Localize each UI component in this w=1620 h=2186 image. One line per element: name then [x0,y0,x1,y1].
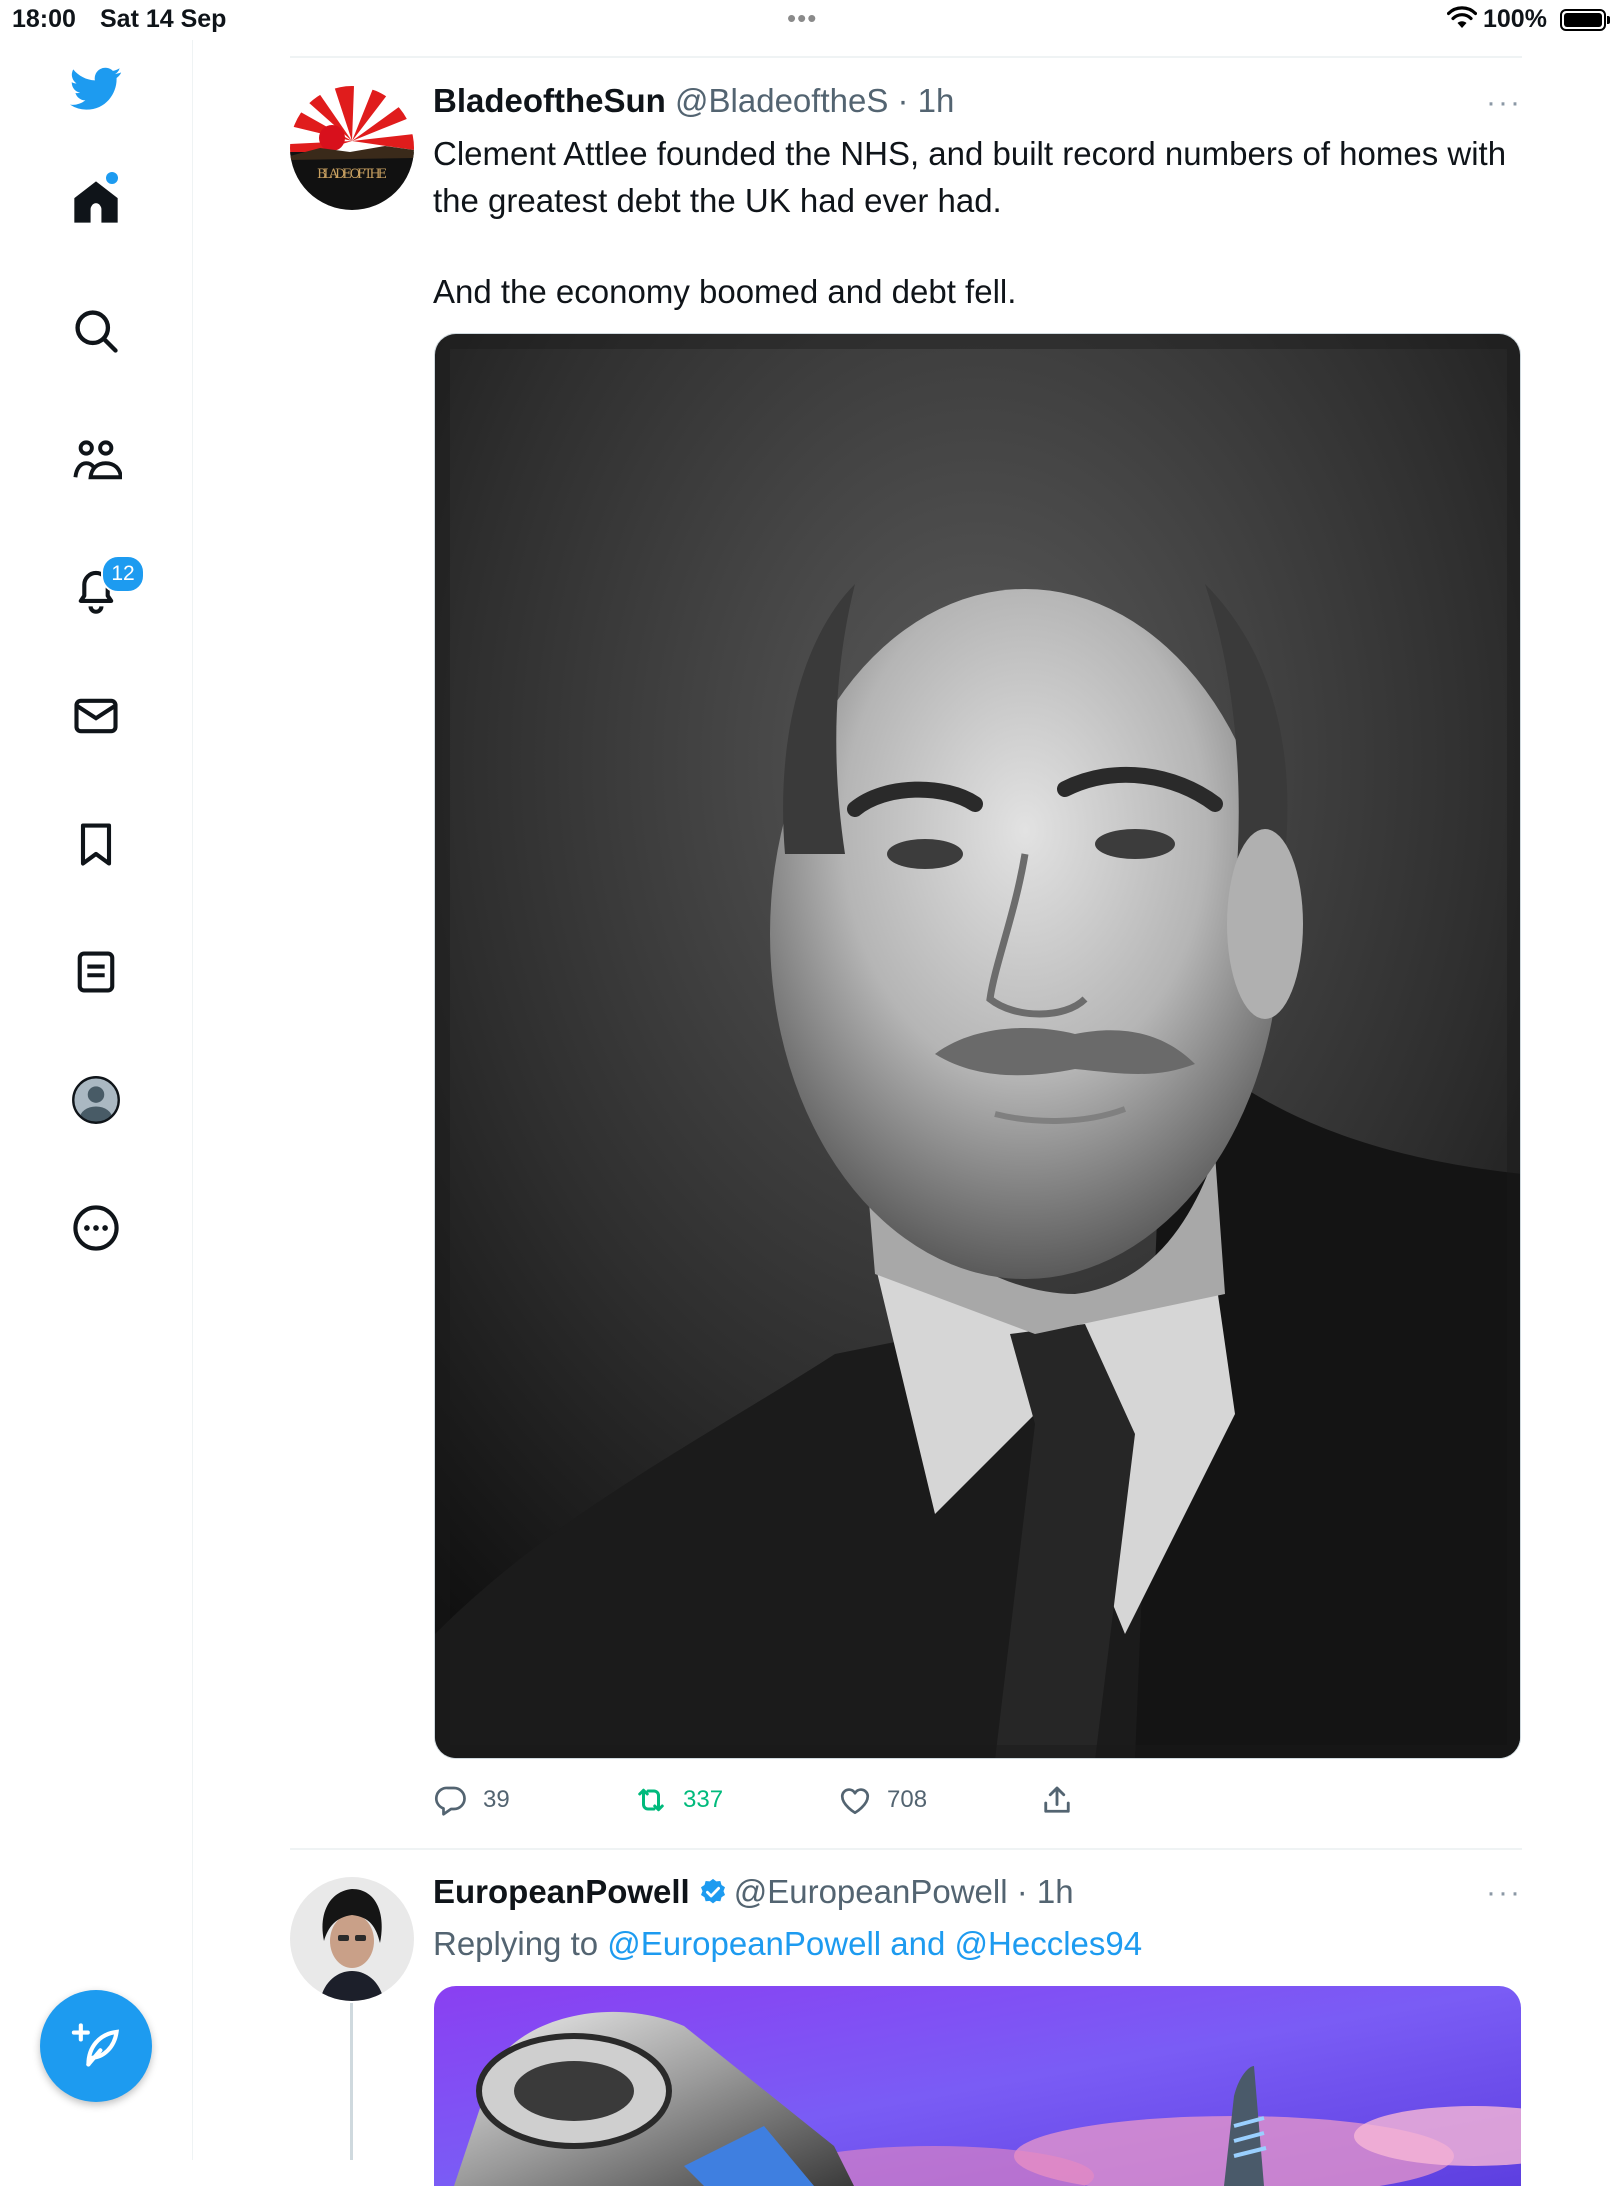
tweet-text-p2: And the economy boomed and debt fell. [433,273,1017,310]
multitasking-dots-icon[interactable]: ••• [787,5,817,31]
wifi-icon [1447,6,1477,28]
search-icon[interactable] [70,305,122,357]
tweet-media-photo[interactable] [434,333,1521,1759]
tweet-text: Clement Attlee founded the NHS, and buil… [433,130,1513,315]
author-handle[interactable]: @BladeoftheS [675,82,888,119]
avatar-text: BLADE OF THE [317,167,387,182]
author-handle[interactable]: @EuropeanPowell [734,1873,1008,1910]
tweet-header: EuropeanPowell @EuropeanPowell · 1h [433,1873,1074,1911]
timeline-top-divider [290,56,1522,58]
messages-envelope-icon[interactable] [70,690,122,742]
battery-percentage: 100% [1483,5,1547,33]
avatar[interactable]: BLADE OF THE [290,86,414,210]
profile-avatar-icon[interactable] [70,1074,122,1126]
thread-line [350,2003,353,2160]
status-bar: 18:00 Sat 14 Sep ••• 100% [0,0,1620,40]
tweet-more-icon[interactable]: ··· [1486,1876,1522,1910]
bookmark-icon[interactable] [70,818,122,870]
tweet-time[interactable]: · 1h [1017,1873,1074,1910]
tweet-header: BladeoftheSun @BladeoftheS · 1h [433,82,954,120]
author-name[interactable]: EuropeanPowell [433,1873,690,1910]
verified-badge-icon [700,1878,725,1904]
retweet-count: 337 [683,1786,724,1813]
battery-icon [1560,9,1610,31]
avatar[interactable] [290,1877,414,2001]
tweet-text-p1: Clement Attlee founded the NHS, and buil… [433,135,1507,219]
home-icon[interactable] [70,176,122,228]
tweet-time[interactable]: · 1h [898,82,955,119]
reply-button[interactable]: 39 [433,1780,510,1820]
retweet-button[interactable]: 337 [633,1780,723,1820]
replying-prefix: Replying to [433,1925,599,1962]
compose-tweet-button[interactable] [40,1990,152,2102]
tweet-divider [290,1848,1522,1850]
tweet-actions: 39 337 708 [433,1780,1433,1820]
author-name[interactable]: BladeoftheSun [433,82,666,119]
reply-count: 39 [483,1786,510,1813]
notifications-badge: 12 [101,555,145,593]
tweet-more-icon[interactable]: ··· [1486,86,1522,120]
tweet-media-illustration[interactable] [434,1986,1521,2186]
more-options-icon[interactable] [70,1202,122,1254]
retweet-icon [638,1788,664,1812]
share-button[interactable] [1039,1780,1089,1820]
status-date: Sat 14 Sep [100,5,227,33]
home-unread-dot [106,172,118,184]
share-icon [1044,1786,1070,1813]
like-button[interactable]: 708 [837,1780,927,1820]
heart-icon [840,1788,870,1815]
lists-icon[interactable] [70,946,122,998]
replying-to: Replying to @EuropeanPowell and @Heccles… [433,1925,1142,1963]
status-time: 18:00 [12,5,76,33]
compose-tweet-icon [71,2023,120,2067]
twitter-logo-icon[interactable] [70,62,122,114]
communities-icon[interactable] [70,435,124,487]
reply-icon [434,1786,466,1816]
like-count: 708 [887,1786,928,1813]
replying-to-link[interactable]: @EuropeanPowell and @Heccles94 [607,1925,1142,1962]
